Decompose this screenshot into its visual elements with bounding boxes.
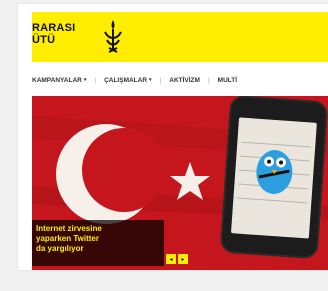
next-slide-button[interactable]: ▸ [178,254,188,264]
chevron-down-icon: ▾ [83,77,87,83]
nav-item-calismalar[interactable]: ÇALIŞMALAR ▾ [104,77,151,84]
prev-slide-button[interactable]: ◂ [166,254,176,264]
site-logo-text[interactable]: RARASI ÜTÜ [32,22,75,46]
phone-screen [230,117,317,239]
caption-line-2: yaparken Twitter [36,234,99,243]
article-card[interactable]: RARASI ÜTÜ KAMPANYALAR ▾ | ÇALIŞMALAR ▾ … [18,4,328,270]
nav-item-aktivizm[interactable]: AKTİVİZM [169,77,200,84]
caption-line-1: Internet zirvesine [36,224,102,233]
twitter-bird-icon [256,150,293,194]
nav-label: KAMPANYALAR [32,76,82,84]
nav-divider: | [207,76,210,84]
slide-caption[interactable]: Internet zirvesine yaparken Twitter da y… [32,220,164,266]
nav-item-kampanyalar[interactable]: KAMPANYALAR ▾ [32,77,86,84]
chevron-left-icon: ◂ [169,256,173,263]
nav-label: ÇALIŞMALAR [104,76,148,84]
site-header: RARASI ÜTÜ [32,12,328,62]
slider-pager: ◂ ▸ [166,254,188,264]
caption-line-3: da yargılıyor [36,244,84,253]
smartphone-image [221,96,327,258]
chevron-right-icon: ▸ [181,256,185,263]
nav-divider: | [94,76,97,84]
chevron-down-icon: ▾ [149,77,152,83]
hero-slider[interactable]: Internet zirvesine yaparken Twitter da y… [32,96,328,270]
logo-line-1: RARASI [32,22,76,34]
nav-label: MULTİ [217,76,238,84]
nav-item-multi[interactable]: MULTİ [218,77,237,84]
nav-divider: | [159,76,162,84]
nav-label: AKTİVİZM [169,76,200,84]
candle-logo-icon[interactable] [102,18,124,56]
main-navigation: KAMPANYALAR ▾ | ÇALIŞMALAR ▾ | AKTİVİZM … [32,70,328,90]
logo-line-2: ÜTÜ [32,34,56,46]
